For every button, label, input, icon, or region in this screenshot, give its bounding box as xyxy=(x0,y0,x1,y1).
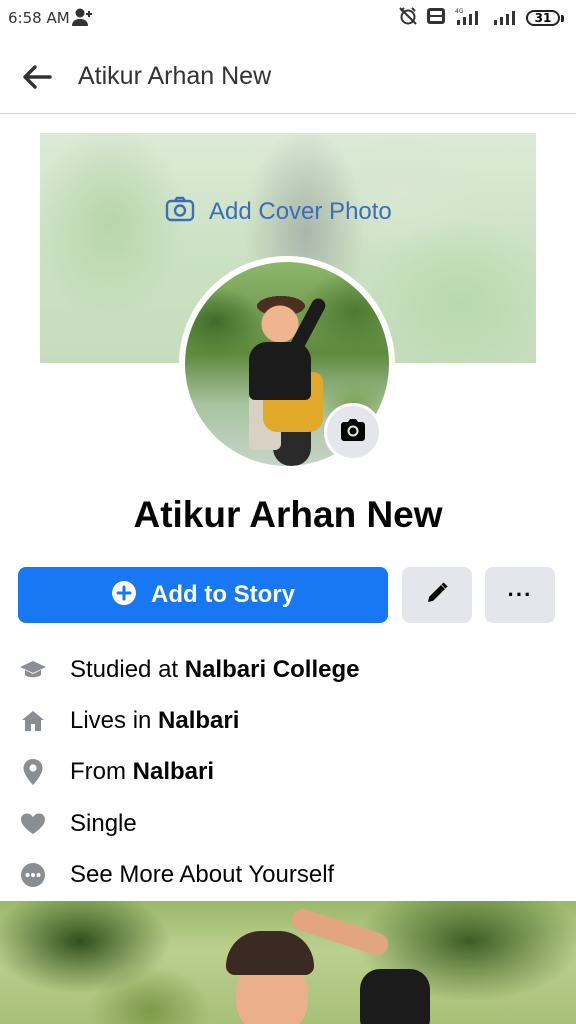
see-more-about-link[interactable]: See More About Yourself xyxy=(18,855,334,895)
detail-education[interactable]: Studied at Nalbari College xyxy=(18,650,359,690)
volte-icon xyxy=(426,7,446,30)
more-options-button[interactable]: ··· xyxy=(485,567,555,623)
featured-photo[interactable] xyxy=(0,901,576,1024)
see-more-about-label: See More About Yourself xyxy=(70,861,335,888)
status-icons: 4G 31 xyxy=(398,6,564,31)
alarm-off-icon xyxy=(398,6,418,31)
detail-education-prefix: Studied at xyxy=(70,656,185,683)
pencil-icon xyxy=(425,581,449,610)
detail-current-city-prefix: Lives in xyxy=(70,707,159,734)
add-cover-photo-label: Add Cover Photo xyxy=(209,197,392,225)
signal-4g-icon: 4G xyxy=(454,6,484,31)
add-to-story-button[interactable]: Add to Story xyxy=(18,567,388,623)
plus-circle-icon xyxy=(111,580,137,611)
status-bar: 6:58 AM 4G 31 xyxy=(0,0,576,38)
camera-icon xyxy=(339,418,367,447)
detail-hometown-prefix: From xyxy=(70,758,133,785)
battery-level: 31 xyxy=(526,10,560,26)
page-title: Atikur Arhan New xyxy=(78,62,272,90)
status-time: 6:58 AM xyxy=(8,9,70,27)
battery-icon: 31 xyxy=(526,10,564,26)
detail-current-city[interactable]: Lives in Nalbari xyxy=(18,701,239,741)
more-dots-icon xyxy=(18,860,48,890)
location-pin-icon xyxy=(18,757,48,787)
add-to-story-label: Add to Story xyxy=(151,581,295,608)
person-add-icon xyxy=(72,7,94,32)
detail-relationship-text: Single xyxy=(70,810,137,837)
graduation-cap-icon xyxy=(18,655,48,685)
back-arrow-icon[interactable] xyxy=(20,62,54,92)
heart-icon xyxy=(18,809,48,839)
top-app-bar: Atikur Arhan New xyxy=(0,38,576,114)
detail-relationship[interactable]: Single xyxy=(18,804,137,844)
detail-hometown[interactable]: From Nalbari xyxy=(18,752,214,792)
detail-education-value[interactable]: Nalbari College xyxy=(185,656,360,683)
home-icon xyxy=(18,706,48,736)
svg-text:4G: 4G xyxy=(455,8,464,15)
signal-icon xyxy=(492,6,518,31)
edit-profile-button[interactable] xyxy=(402,567,472,623)
more-dots-icon: ··· xyxy=(507,582,533,607)
detail-current-city-value[interactable]: Nalbari xyxy=(158,707,239,734)
detail-hometown-value[interactable]: Nalbari xyxy=(133,758,214,785)
camera-icon xyxy=(165,196,195,227)
add-cover-photo-button[interactable]: Add Cover Photo xyxy=(165,196,392,227)
profile-name: Atikur Arhan New xyxy=(133,494,443,535)
update-profile-picture-button[interactable] xyxy=(324,403,382,461)
